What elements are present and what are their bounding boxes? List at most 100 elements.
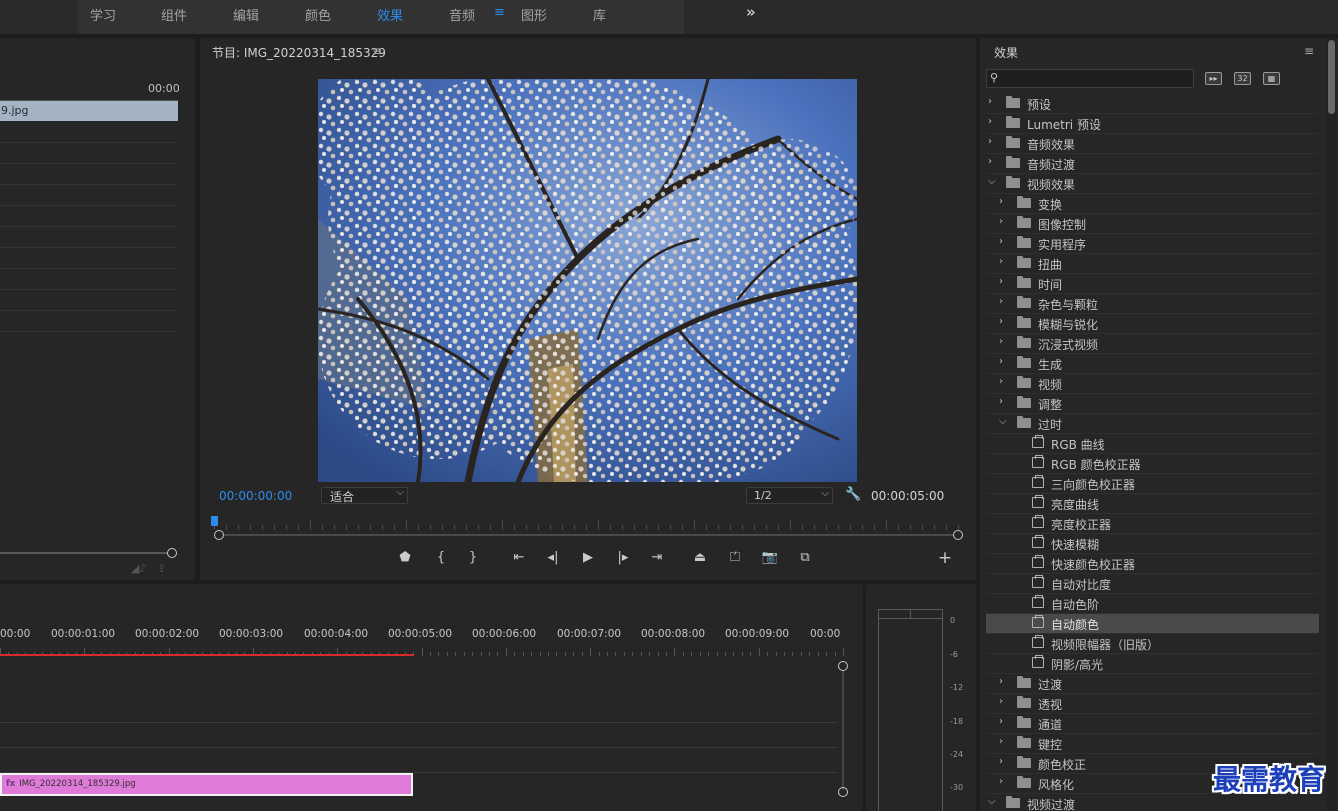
workspace-tab-effects[interactable]: 效果 [377, 5, 403, 24]
effects-tree-item[interactable]: › 音频过渡 [986, 154, 1319, 174]
effects-tree-item[interactable]: ⌵ 视频效果 [986, 174, 1319, 194]
accelerated-effects-icon[interactable]: ▸▸ [1205, 72, 1222, 85]
panel-menu-icon[interactable]: ≡ [372, 44, 382, 58]
yuv-effects-icon[interactable]: ▦ [1263, 72, 1280, 85]
mark-in-icon[interactable]: { [431, 550, 451, 565]
effects-tree-item[interactable]: › 透视 [986, 694, 1319, 714]
effects-tree-item[interactable]: › 图像控制 [986, 214, 1319, 234]
timeline-scroll-handle-top[interactable] [838, 661, 848, 671]
zoom-handle-right[interactable] [953, 530, 963, 540]
comparison-view-icon[interactable]: ⧉ [795, 550, 815, 565]
source-scrollbar[interactable] [0, 552, 168, 554]
32bit-effects-icon[interactable]: 32 [1234, 72, 1251, 85]
current-timecode[interactable]: 00:00:00:00 [219, 489, 292, 503]
add-marker-icon[interactable]: ⬟ [395, 550, 415, 565]
effects-tree-item[interactable]: 自动颜色 [986, 614, 1319, 634]
effects-tree-item[interactable]: 亮度校正器 [986, 514, 1319, 534]
chevron-right-icon[interactable]: › [999, 196, 1009, 207]
zoom-handle-left[interactable] [214, 530, 224, 540]
lift-icon[interactable]: ⏏ [690, 550, 710, 565]
playhead[interactable] [211, 516, 218, 526]
go-to-in-icon[interactable]: ⇤ [509, 550, 529, 565]
effects-tree-item[interactable]: 视频限幅器（旧版） [986, 634, 1319, 654]
source-scroll-handle[interactable] [167, 548, 177, 558]
chevron-right-icon[interactable]: › [999, 776, 1009, 787]
workspace-tab-audio[interactable]: 音频 [449, 5, 475, 24]
chevron-right-icon[interactable]: › [999, 336, 1009, 347]
chevron-right-icon[interactable]: › [988, 136, 998, 147]
fit-dropdown[interactable]: 适合 ⌵ [321, 487, 408, 504]
effects-tree-item[interactable]: 三向颜色校正器 [986, 474, 1319, 494]
effects-tree-item[interactable]: › 过渡 [986, 674, 1319, 694]
chevron-right-icon[interactable]: › [999, 756, 1009, 767]
effects-tree-item[interactable]: › 生成 [986, 354, 1319, 374]
effects-tree-item[interactable]: ⌵ 过时 [986, 414, 1319, 434]
workspace-menu-icon[interactable]: ≡ [494, 5, 505, 20]
effects-tree-item[interactable]: › 模糊与锐化 [986, 314, 1319, 334]
chevron-down-icon[interactable]: ⌵ [999, 416, 1009, 427]
chevron-right-icon[interactable]: › [999, 396, 1009, 407]
workspace-tab-libraries[interactable]: 库 [593, 5, 606, 24]
chevron-right-icon[interactable]: › [999, 696, 1009, 707]
mark-out-icon[interactable]: } [463, 550, 483, 565]
effects-tree-item[interactable]: 亮度曲线 [986, 494, 1319, 514]
effects-tree-item[interactable]: › 音频效果 [986, 134, 1319, 154]
chevron-right-icon[interactable]: › [999, 296, 1009, 307]
effects-tree-item[interactable]: RGB 颜色校正器 [986, 454, 1319, 474]
overflow-chevron-icon[interactable]: » [746, 3, 756, 21]
effects-tree-item[interactable]: 自动色阶 [986, 594, 1319, 614]
workspace-tab-assembly[interactable]: 组件 [161, 5, 187, 24]
effects-tree-item[interactable]: › 实用程序 [986, 234, 1319, 254]
chevron-right-icon[interactable]: › [999, 356, 1009, 367]
timeline-vertical-scrollbar[interactable] [842, 670, 844, 790]
effects-scrollbar[interactable] [1327, 38, 1336, 811]
effects-tree-item[interactable]: › 杂色与颗粒 [986, 294, 1319, 314]
timeline-clip[interactable]: fx IMG_20220314_185329.jpg [0, 773, 413, 796]
chevron-right-icon[interactable]: › [999, 236, 1009, 247]
source-clip[interactable]: 9.jpg [0, 101, 178, 121]
workspace-tab-graphics[interactable]: 图形 [521, 5, 547, 24]
effects-tree-item[interactable]: › 视频 [986, 374, 1319, 394]
go-to-out-icon[interactable]: ⇥ [647, 550, 667, 565]
wrench-icon[interactable]: 🔧 [845, 487, 861, 502]
effects-search-input[interactable]: ⚲ [986, 69, 1194, 88]
effects-tree-item[interactable]: › 键控 [986, 734, 1319, 754]
workspace-tab-editing[interactable]: 编辑 [233, 5, 259, 24]
timeline-scroll-handle-bottom[interactable] [838, 787, 848, 797]
chevron-right-icon[interactable]: › [999, 736, 1009, 747]
work-area-bar[interactable] [0, 654, 414, 656]
chevron-down-icon[interactable]: ⌵ [988, 796, 998, 807]
chevron-right-icon[interactable]: › [999, 376, 1009, 387]
chevron-right-icon[interactable]: › [999, 216, 1009, 227]
effects-tree-item[interactable]: › 通道 [986, 714, 1319, 734]
effects-tree-item[interactable]: 快速颜色校正器 [986, 554, 1319, 574]
workspace-tab-color[interactable]: 颜色 [305, 5, 331, 24]
export-frame-camera-icon[interactable]: 📷 [760, 550, 780, 565]
effects-tree-item[interactable]: › 沉浸式视频 [986, 334, 1319, 354]
chevron-right-icon[interactable]: › [988, 156, 998, 167]
zoom-scrollbar[interactable] [222, 534, 955, 536]
program-time-ruler[interactable] [214, 518, 960, 530]
effects-tree-item[interactable]: › 预设 [986, 94, 1319, 114]
chevron-right-icon[interactable]: › [999, 316, 1009, 327]
step-back-icon[interactable]: ◂| [543, 550, 563, 565]
play-icon[interactable]: ▶ [578, 550, 598, 565]
step-forward-icon[interactable]: |▸ [613, 550, 633, 565]
resolution-dropdown[interactable]: 1/2 ⌵ [746, 487, 833, 504]
effects-tree-item[interactable]: › 变换 [986, 194, 1319, 214]
workspace-tab-learn[interactable]: 学习 [90, 5, 116, 24]
chevron-right-icon[interactable]: › [999, 676, 1009, 687]
extract-icon[interactable]: ⏍ [725, 550, 745, 565]
chevron-down-icon[interactable]: ⌵ [988, 176, 998, 187]
effects-tree-item[interactable]: › 时间 [986, 274, 1319, 294]
panel-menu-icon[interactable]: ≡ [1304, 44, 1314, 58]
chevron-right-icon[interactable]: › [988, 116, 998, 127]
effects-tree-item[interactable]: 快速模糊 [986, 534, 1319, 554]
chevron-right-icon[interactable]: › [999, 256, 1009, 267]
insert-icon[interactable]: ◢♪ [131, 562, 146, 575]
effects-tree-item[interactable]: 阴影/高光 [986, 654, 1319, 674]
add-button-icon[interactable]: + [935, 548, 955, 568]
effects-title[interactable]: 效果 [994, 44, 1018, 61]
effects-tree-item[interactable]: 自动对比度 [986, 574, 1319, 594]
effects-tree-item[interactable]: RGB 曲线 [986, 434, 1319, 454]
